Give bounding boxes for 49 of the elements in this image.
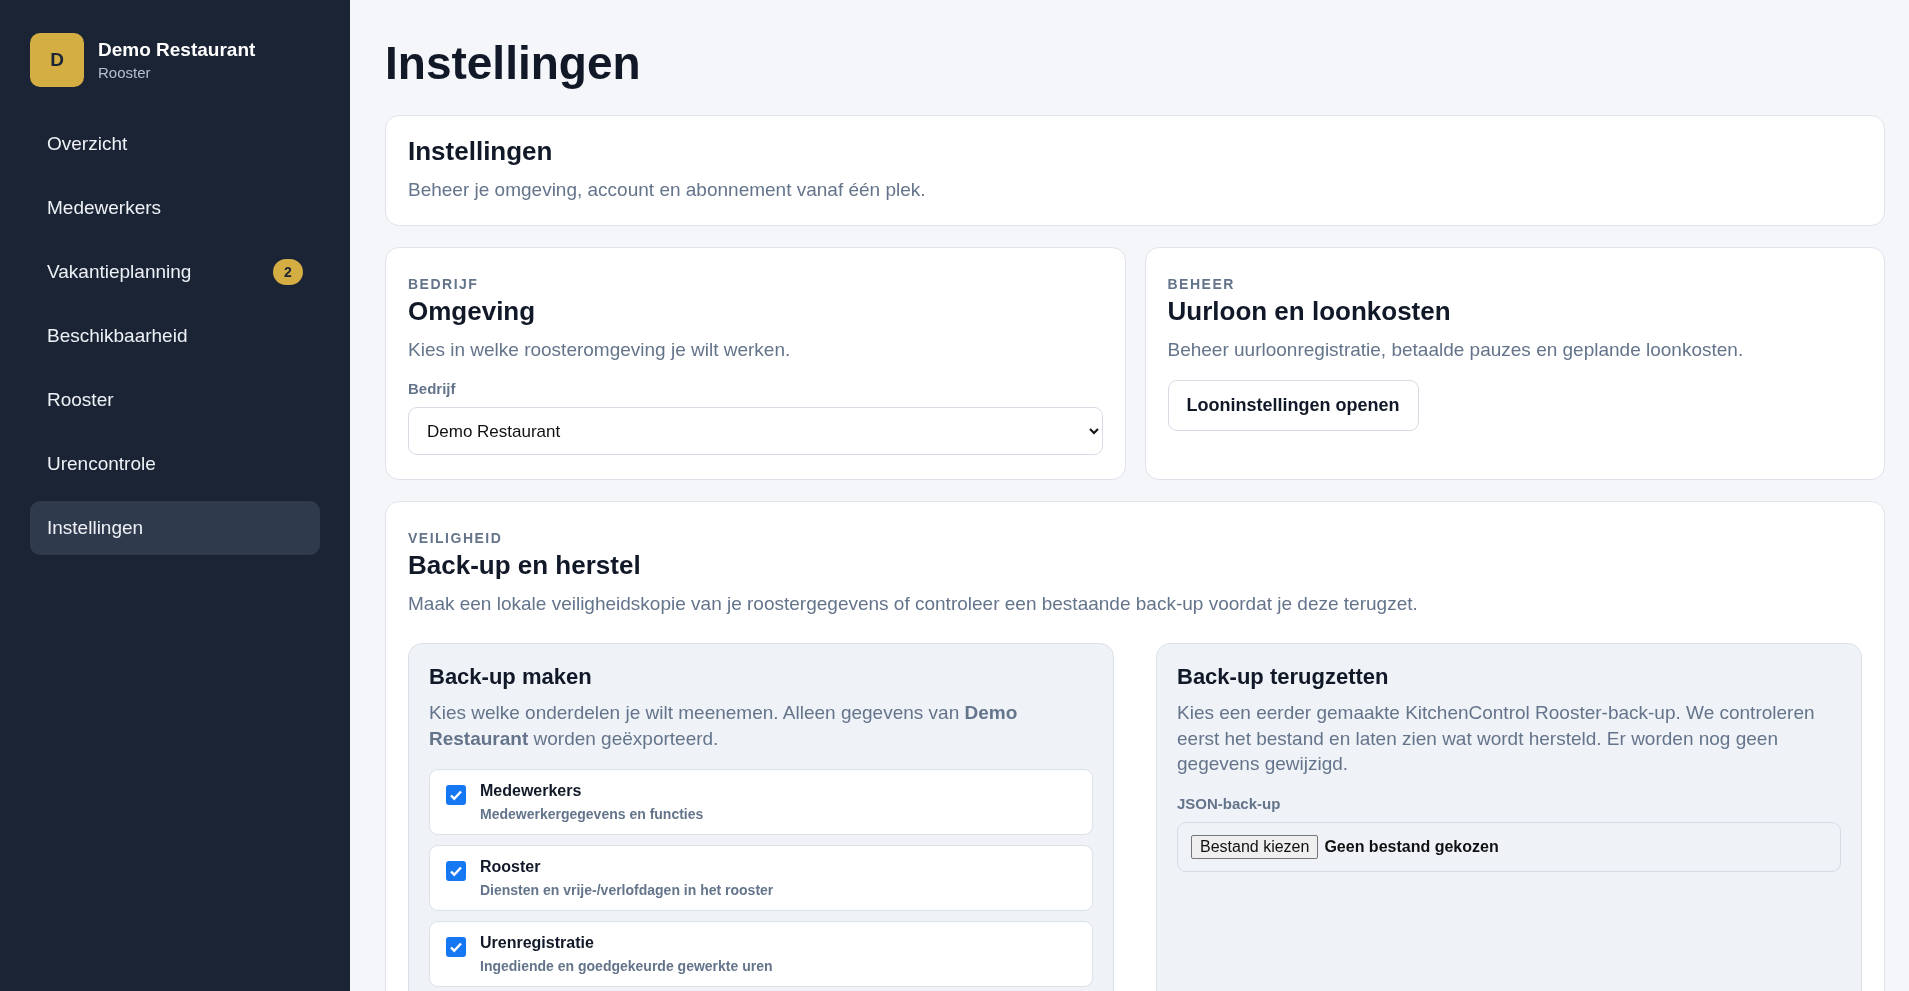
choose-file-button[interactable]: Bestand kiezen (1191, 834, 1319, 859)
option-row[interactable]: Rooster Diensten en vrije-/verlofdagen in het rooster (429, 845, 1093, 912)
file-status: Geen bestand gekozen (1324, 837, 1499, 856)
card-eyebrow: BEDRIJF (408, 275, 480, 292)
panel-description: Kies welke onderdelen je wilt meenemen. Alleen gegevens van Demo Restaurant worden geëxporteerd. (429, 700, 1019, 751)
card-title: Back-up en herstel (408, 550, 642, 582)
field-label: Bedrijf (408, 380, 457, 398)
option-row[interactable]: Urenregistratie Ingediende en goedgekeurde gewerkte uren (429, 921, 1093, 988)
check-icon (449, 788, 463, 803)
option-label: Rooster (480, 858, 542, 877)
company-select[interactable]: Demo Restaurant (408, 407, 1103, 456)
option-row[interactable]: Medewerkers Medewerkergegevens en functies (429, 769, 1093, 836)
check-icon (449, 864, 463, 879)
nav-item[interactable]: Beschikbaarheid (30, 309, 320, 363)
nav-item[interactable]: Urencontrole (30, 437, 320, 491)
card-eyebrow: BEHEER (1167, 275, 1236, 292)
count-badge: 2 (273, 259, 303, 285)
checkbox[interactable] (446, 861, 466, 882)
card-title: Omgeving (408, 295, 537, 327)
card-description: Beheer uurloonregistratie, betaalde pauzes en geplande loonkosten. (1167, 337, 1745, 362)
option-detail: Diensten en vrije-/verlofdagen in het rooster (480, 882, 774, 899)
card-description: Maak een lokale veiligheidskopie van je roostergegevens of controleer een bestaande back-up voordat je deze terugzet. (408, 592, 1419, 617)
option-label: Urenregistratie (480, 934, 595, 953)
nav-item[interactable]: Medewerkers (30, 181, 320, 235)
card-title: Uurloon en loonkosten (1167, 295, 1452, 327)
nav-item[interactable]: Rooster (30, 373, 320, 427)
checkbox[interactable] (446, 785, 466, 806)
card-title: Instellingen (408, 136, 554, 167)
open-payroll-button[interactable]: Looninstellingen openen (1167, 380, 1419, 432)
panel-title: Back-up maken (429, 663, 593, 690)
file-input[interactable]: Bestand kiezen Geen bestand gekozen (1177, 821, 1841, 872)
checkbox[interactable] (446, 937, 466, 958)
nav-item[interactable]: Vakantieplanning 2 (30, 245, 320, 299)
check-icon (449, 940, 463, 955)
nav-item[interactable]: Instellingen (30, 501, 320, 555)
card-description: Kies in welke roosteromgeving je wilt werken. (408, 337, 792, 362)
brand-name: Demo Restaurant (98, 39, 256, 61)
field-label: JSON-back-up (1177, 794, 1282, 812)
option-detail: Medewerkergegevens en functies (480, 806, 704, 823)
card-description: Beheer je omgeving, account en abonnement vanaf één plek. (408, 178, 927, 202)
option-detail: Ingediende en goedgekeurde gewerkte uren (480, 958, 773, 975)
panel-description: Kies een eerder gemaakte KitchenControl Rooster-back-up. We controleren eerst het bestand en laten zien wat wordt hersteld. Er worden nog geen gegevens gewijzigd. (1177, 700, 1816, 777)
page-title: Instellingen (385, 36, 642, 90)
nav-item[interactable]: Overzicht (30, 117, 320, 171)
panel-title: Back-up terugzetten (1177, 663, 1390, 690)
brand-subtitle: Rooster (98, 64, 152, 81)
card-eyebrow: VEILIGHEID (408, 530, 504, 547)
brand-avatar: D (30, 33, 84, 87)
option-label: Medewerkers (480, 782, 583, 801)
